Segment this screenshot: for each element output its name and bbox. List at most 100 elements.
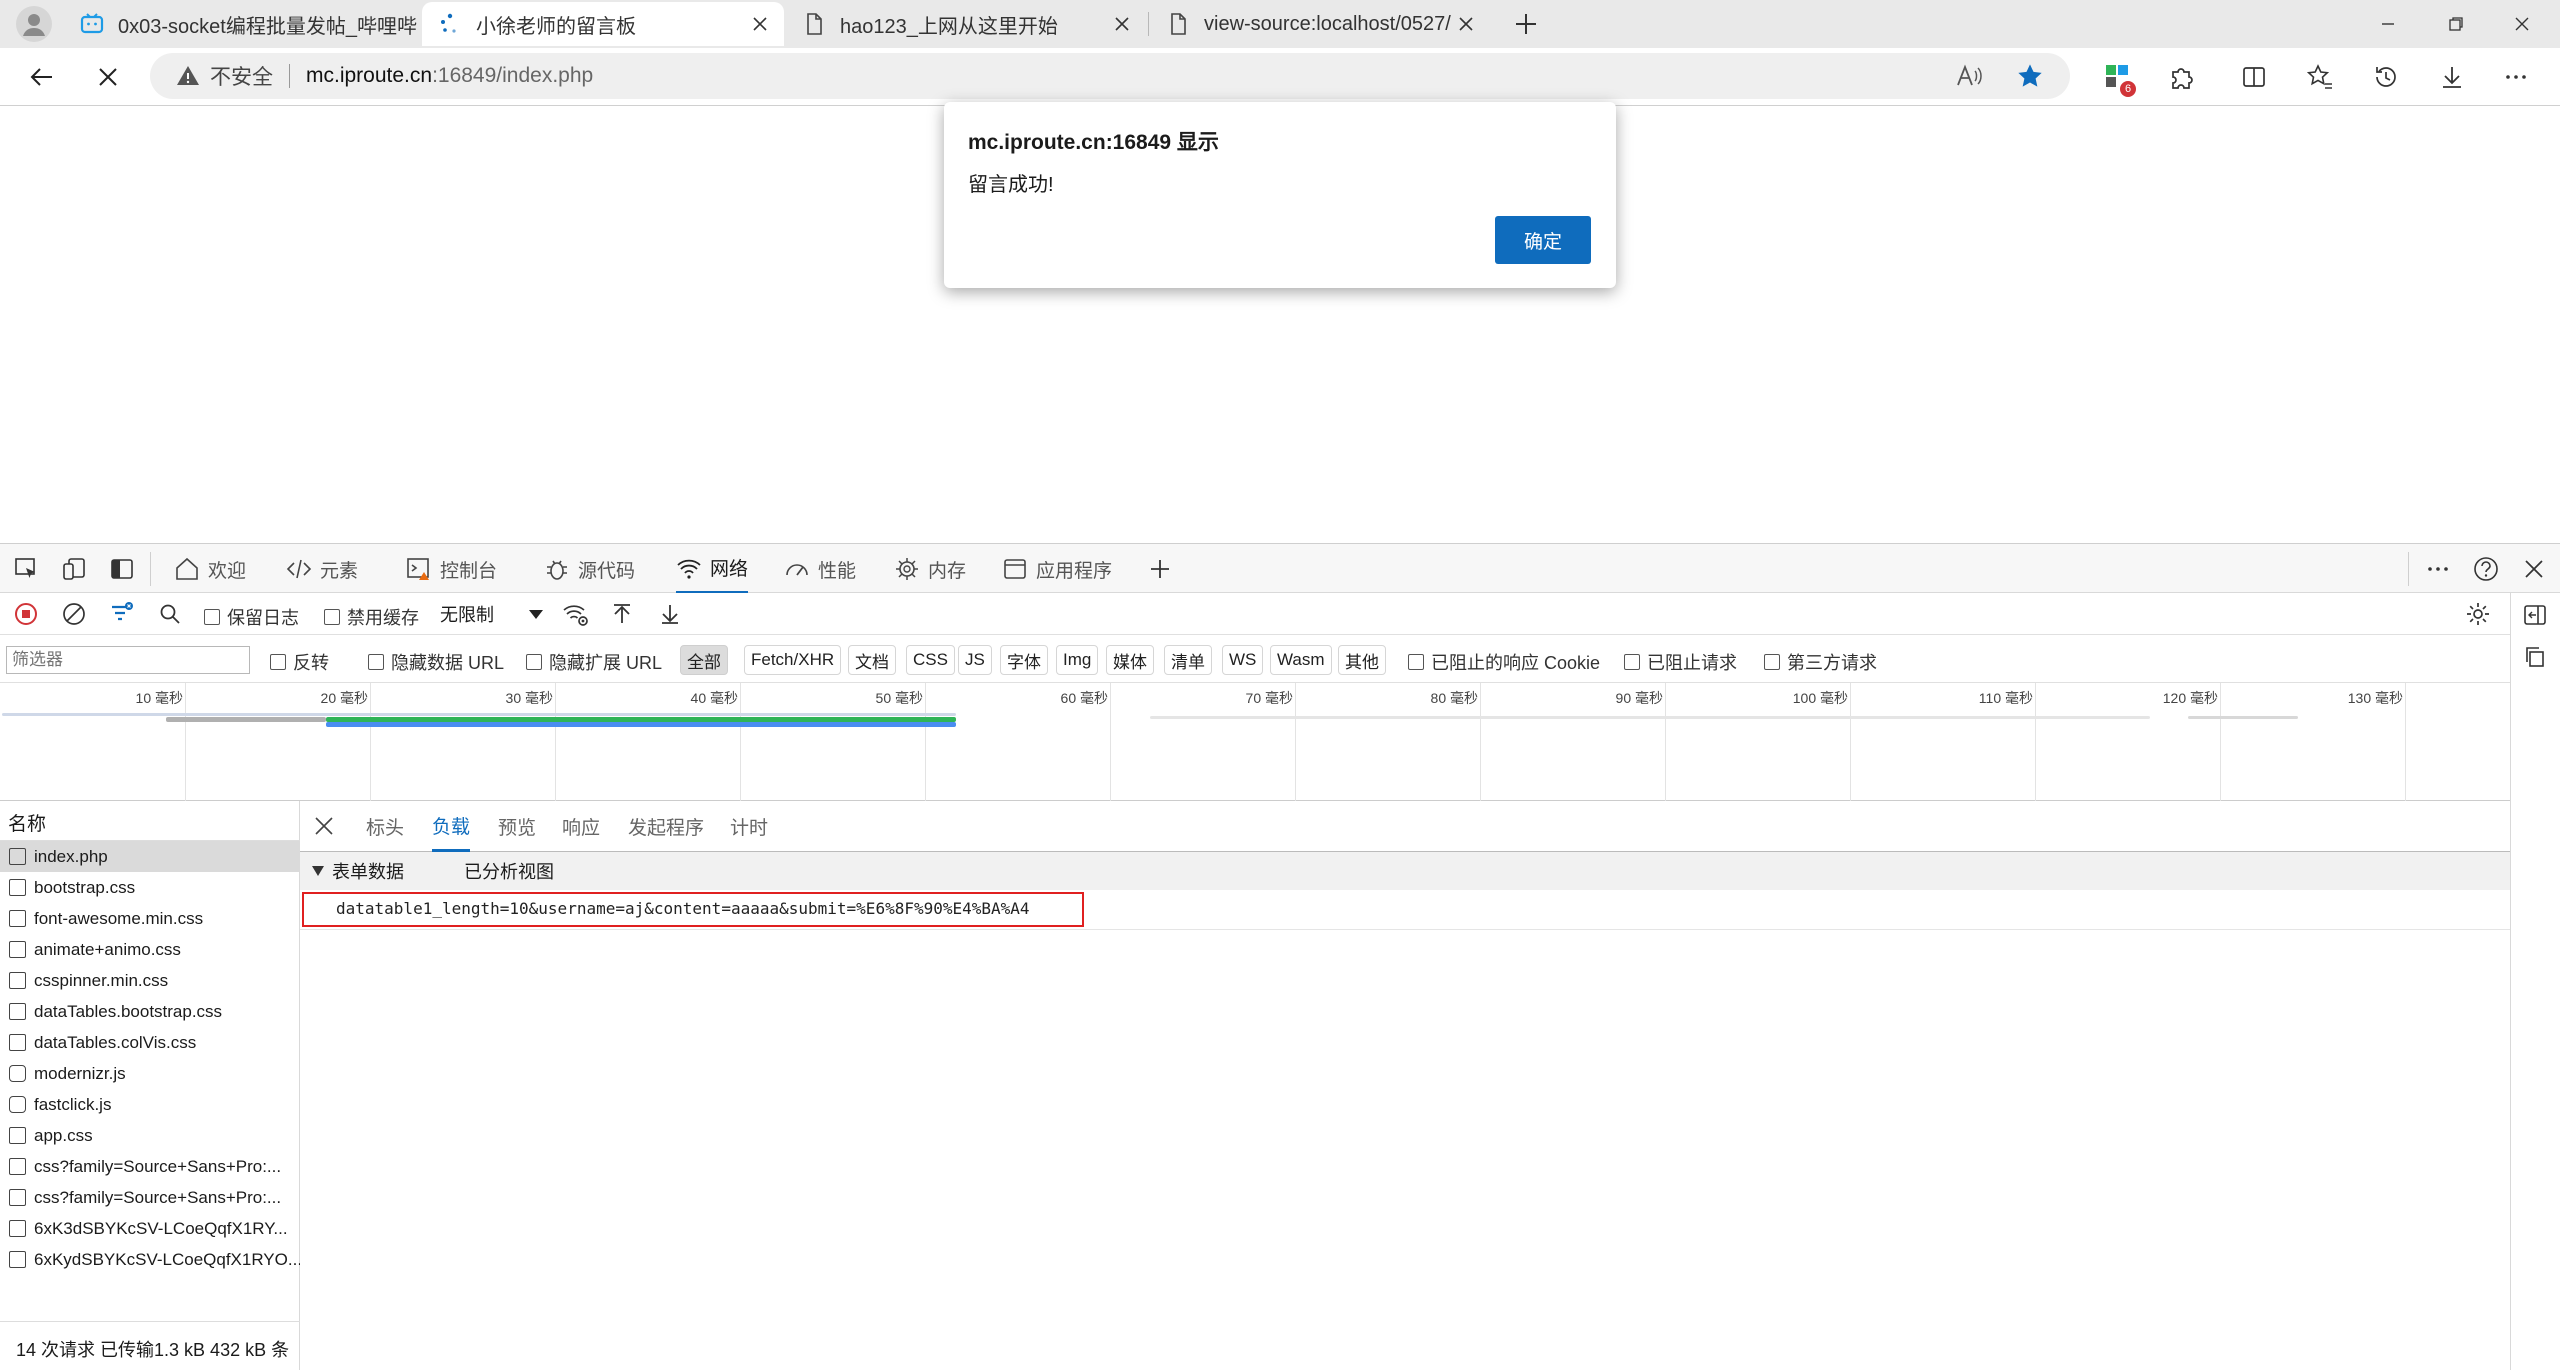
new-tab-button[interactable] xyxy=(1510,8,1542,40)
tab-application[interactable]: 应用程序 xyxy=(1002,544,1112,594)
parsed-view-toggle[interactable]: 已分析视图 xyxy=(464,858,554,884)
checkbox-box[interactable] xyxy=(368,654,384,670)
tab-timing[interactable]: 计时 xyxy=(730,801,768,852)
help-icon[interactable] xyxy=(2472,555,2500,583)
close-detail-icon[interactable] xyxy=(314,816,334,836)
add-tool-icon[interactable] xyxy=(1146,555,1174,583)
name-column-header[interactable]: 名称 xyxy=(0,801,300,841)
history-icon[interactable] xyxy=(2366,57,2406,97)
request-row[interactable]: modernizr.js xyxy=(0,1058,300,1089)
checkbox-box[interactable] xyxy=(1624,654,1640,670)
hide-extension-urls-checkbox[interactable]: 隐藏扩展 URL xyxy=(526,649,662,675)
back-button[interactable] xyxy=(22,57,62,97)
search-icon[interactable] xyxy=(156,600,184,628)
checkbox-box[interactable] xyxy=(270,654,286,670)
request-row[interactable]: dataTables.colVis.css xyxy=(0,1027,300,1058)
preserve-log-checkbox[interactable]: 保留日志 xyxy=(204,604,299,630)
invert-checkbox[interactable]: 反转 xyxy=(270,649,329,675)
tab-sources[interactable]: 源代码 xyxy=(544,544,635,594)
type-filter-font[interactable]: 字体 xyxy=(1000,645,1048,675)
copy-icon[interactable] xyxy=(2521,643,2549,671)
tab-performance[interactable]: 性能 xyxy=(784,544,856,594)
request-row[interactable]: fastclick.js xyxy=(0,1089,300,1120)
checkbox-box[interactable] xyxy=(1408,654,1424,670)
request-row[interactable]: font-awesome.min.css xyxy=(0,903,300,934)
minimize-button[interactable] xyxy=(2370,8,2406,40)
tab-network[interactable]: 网络 xyxy=(676,544,749,594)
inspect-element-icon[interactable] xyxy=(12,555,40,583)
type-filter-ws[interactable]: WS xyxy=(1222,645,1264,675)
type-filter-other[interactable]: 其他 xyxy=(1338,645,1386,675)
tab-console[interactable]: 控制台 xyxy=(406,544,497,594)
favorites-icon[interactable] xyxy=(2300,57,2340,97)
close-devtools-icon[interactable] xyxy=(2520,555,2548,583)
checkbox-box[interactable] xyxy=(1764,654,1780,670)
request-row[interactable]: animate+animo.css xyxy=(0,934,300,965)
tab-elements[interactable]: 元素 xyxy=(286,544,358,594)
third-party-checkbox[interactable]: 第三方请求 xyxy=(1764,649,1877,675)
tab-initiator[interactable]: 发起程序 xyxy=(628,801,704,852)
tab-memory[interactable]: 内存 xyxy=(894,544,966,594)
profile-avatar-icon[interactable] xyxy=(16,6,52,42)
network-settings-gear-icon[interactable] xyxy=(2464,600,2492,628)
request-row[interactable]: app.css xyxy=(0,1120,300,1151)
request-row[interactable]: bootstrap.css xyxy=(0,872,300,903)
type-filter-fetch-xhr[interactable]: Fetch/XHR xyxy=(744,645,842,675)
record-stop-icon[interactable] xyxy=(12,600,40,628)
form-data-section-header[interactable]: 表单数据 已分析视图 xyxy=(300,852,2510,890)
export-har-icon[interactable] xyxy=(656,600,684,628)
checkbox-box[interactable] xyxy=(526,654,542,670)
downloads-icon[interactable] xyxy=(2432,57,2472,97)
request-row[interactable]: csspinner.min.css xyxy=(0,965,300,996)
network-conditions-icon[interactable] xyxy=(562,600,590,628)
request-row[interactable]: css?family=Source+Sans+Pro:... xyxy=(0,1151,300,1182)
payload-text[interactable]: datatable1_length=10&username=aj&content… xyxy=(336,899,1030,918)
close-tab-icon[interactable] xyxy=(1108,10,1136,38)
filter-funnel-icon[interactable] xyxy=(108,600,136,628)
request-row[interactable]: 6xKydSBYKcSV-LCoeQqfX1RYO... xyxy=(0,1244,300,1275)
tab-preview[interactable]: 预览 xyxy=(498,801,536,852)
side-panel-toggle-icon[interactable] xyxy=(2521,601,2549,629)
stop-loading-button[interactable] xyxy=(88,57,128,97)
type-filter-manifest[interactable]: 清单 xyxy=(1164,645,1212,675)
type-filter-media[interactable]: 媒体 xyxy=(1106,645,1154,675)
tab-welcome[interactable]: 欢迎 xyxy=(174,544,246,594)
import-har-icon[interactable] xyxy=(608,600,636,628)
clear-log-icon[interactable] xyxy=(60,600,88,628)
tab-hao123[interactable]: hao123_上网从这里开始 xyxy=(786,2,1146,46)
more-menu-icon[interactable] xyxy=(2496,57,2536,97)
address-bar[interactable]: 不安全 mc.iproute.cn:16849/index.php xyxy=(150,53,2070,99)
ok-button[interactable]: 确定 xyxy=(1495,216,1591,264)
tab-view-source[interactable]: view-source:localhost/0527/http xyxy=(1150,2,1490,46)
request-row[interactable]: dataTables.bootstrap.css xyxy=(0,996,300,1027)
disable-cache-checkbox[interactable]: 禁用缓存 xyxy=(324,604,419,630)
type-filter-img[interactable]: Img xyxy=(1056,645,1099,675)
blocked-requests-checkbox[interactable]: 已阻止请求 xyxy=(1624,649,1737,675)
request-row[interactable]: index.php xyxy=(0,841,300,872)
restore-button[interactable] xyxy=(2438,8,2474,40)
close-tab-icon[interactable] xyxy=(1452,10,1480,38)
blocked-cookies-checkbox[interactable]: 已阻止的响应 Cookie xyxy=(1408,649,1600,675)
request-row[interactable]: 6xK3dSBYKcSV-LCoeQqfX1RY... xyxy=(0,1213,300,1244)
close-tab-icon[interactable] xyxy=(746,10,774,38)
checkbox-box[interactable] xyxy=(324,609,340,625)
tab-guestbook[interactable]: 小徐老师的留言板 xyxy=(422,2,784,46)
favorite-star-icon[interactable] xyxy=(2016,62,2044,90)
dock-panel-icon[interactable] xyxy=(108,555,136,583)
warning-icon[interactable] xyxy=(176,64,200,88)
close-window-button[interactable] xyxy=(2504,8,2540,40)
type-filter-doc[interactable]: 文档 xyxy=(848,645,896,675)
checkbox-box[interactable] xyxy=(204,609,220,625)
tab-bilibili[interactable]: 0x03-socket编程批量发帖_哔哩哔 xyxy=(64,2,420,46)
type-filter-wasm[interactable]: Wasm xyxy=(1270,645,1332,675)
request-row[interactable]: css?family=Source+Sans+Pro:... xyxy=(0,1182,300,1213)
type-filter-js[interactable]: JS xyxy=(958,645,992,675)
tab-response[interactable]: 响应 xyxy=(562,801,600,852)
hide-data-urls-checkbox[interactable]: 隐藏数据 URL xyxy=(368,649,504,675)
split-screen-icon[interactable] xyxy=(2234,57,2274,97)
more-tools-icon[interactable] xyxy=(2424,555,2452,583)
tab-payload[interactable]: 负载 xyxy=(432,801,471,852)
type-filter-all[interactable]: 全部 xyxy=(680,645,728,675)
device-emulation-icon[interactable] xyxy=(60,555,88,583)
filter-input[interactable] xyxy=(6,646,250,674)
